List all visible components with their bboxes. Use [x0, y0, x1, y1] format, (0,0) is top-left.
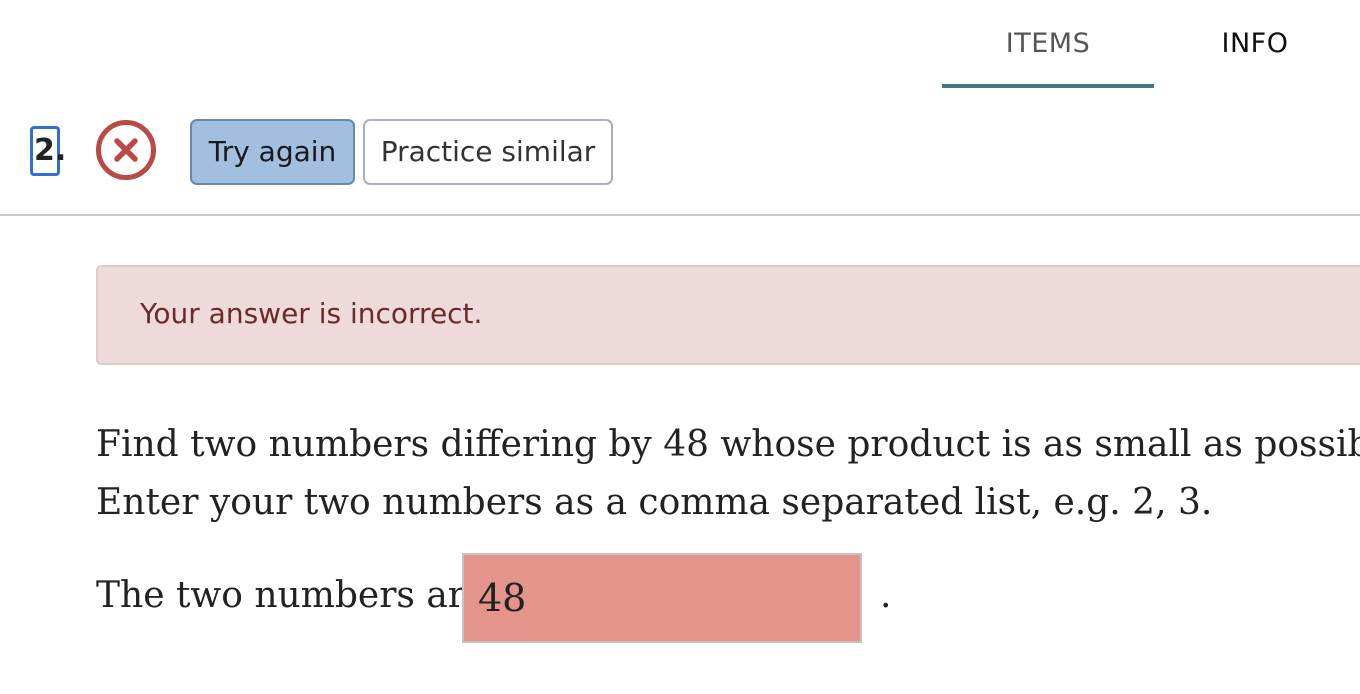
- alert-message: Your answer is incorrect.: [140, 297, 483, 330]
- problem-line-1: Find two numbers differing by 48 whose p…: [96, 424, 1360, 465]
- active-tab-indicator: [942, 84, 1154, 88]
- answer-label: The two numbers are: [96, 575, 487, 616]
- answer-input[interactable]: [462, 553, 862, 643]
- incorrect-alert: Your answer is incorrect.: [96, 265, 1360, 365]
- answer-row: The two numbers are .: [96, 553, 996, 643]
- practice-similar-button[interactable]: Practice similar: [363, 119, 613, 185]
- tab-info[interactable]: INFO: [1194, 28, 1316, 59]
- tab-bar: ITEMS INFO: [942, 0, 1360, 90]
- try-again-button[interactable]: Try again: [190, 119, 355, 185]
- question-number[interactable]: 2.: [30, 126, 66, 176]
- header-divider: [0, 214, 1360, 216]
- tab-items[interactable]: ITEMS: [942, 28, 1154, 59]
- problem-statement: Find two numbers differing by 48 whose p…: [96, 416, 1360, 532]
- incorrect-x-circle-icon: [95, 119, 157, 181]
- problem-line-2: Enter your two numbers as a comma separa…: [96, 482, 1213, 523]
- incorrect-x-circle-icon-graphic: [96, 120, 156, 180]
- answer-period: .: [880, 575, 892, 616]
